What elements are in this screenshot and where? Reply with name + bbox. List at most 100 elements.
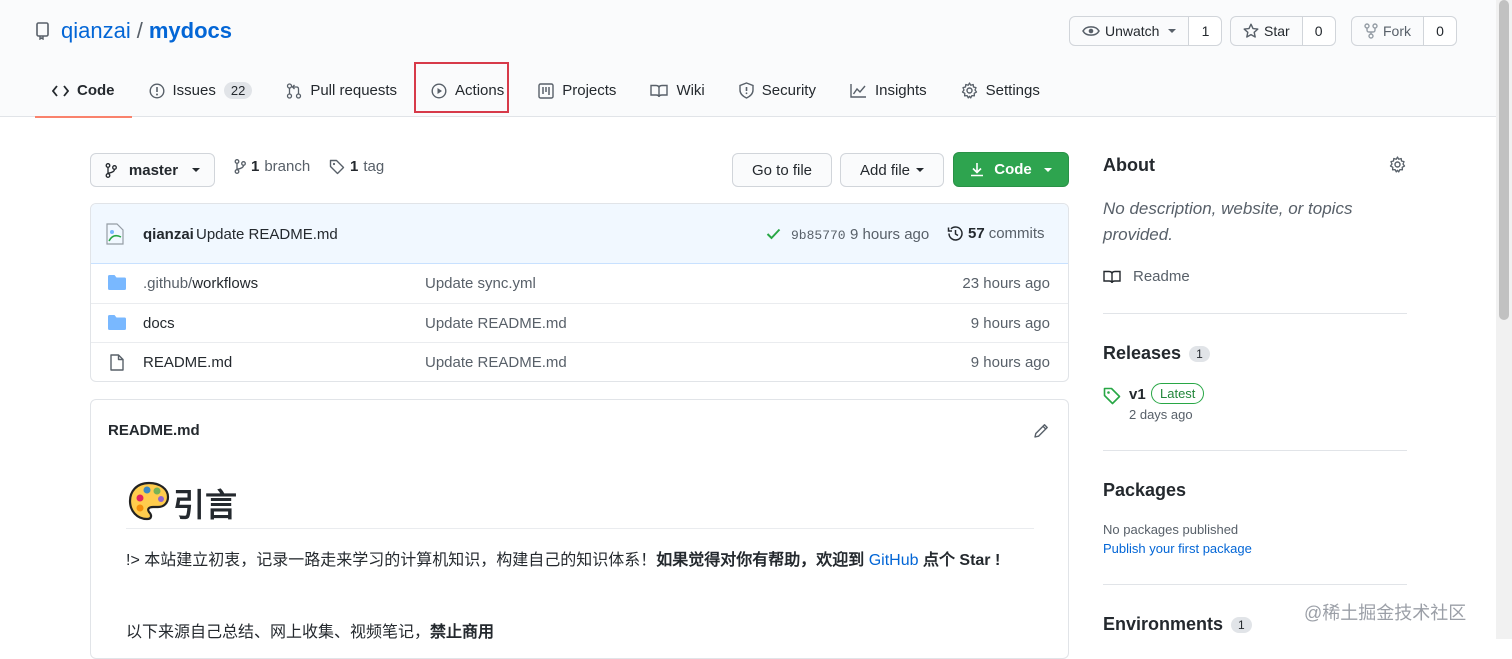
branch-icon bbox=[105, 162, 117, 178]
tab-label: Security bbox=[761, 82, 816, 99]
table-row[interactable]: README.md Update README.md 9 hours ago bbox=[91, 342, 1068, 381]
star-label: Star bbox=[1264, 23, 1290, 39]
check-icon[interactable] bbox=[766, 228, 781, 240]
readme-p2-bold: 禁止商用 bbox=[430, 624, 495, 641]
file-name-link[interactable]: README.md bbox=[143, 354, 232, 371]
releases-count-badge: 1 bbox=[1189, 345, 1210, 362]
table-row[interactable]: .github/workflows Update sync.yml 23 hou… bbox=[91, 264, 1068, 303]
avatar[interactable] bbox=[103, 221, 127, 247]
tab-pull-requests[interactable]: Pull requests bbox=[269, 64, 414, 117]
readme-p1-lead: !> 本站建立初衷，记录一路走来学习的计算机知识，构建自己的知识体系！ bbox=[126, 552, 657, 569]
about-heading: About bbox=[1103, 155, 1155, 175]
branch-select-button[interactable]: master bbox=[90, 153, 215, 187]
release-tag-link[interactable]: v1 bbox=[1129, 386, 1146, 403]
file-name: workflows bbox=[192, 275, 259, 292]
repo-owner-link[interactable]: qianzai bbox=[61, 18, 131, 44]
file-icon bbox=[110, 354, 124, 371]
tab-projects[interactable]: Projects bbox=[521, 64, 633, 117]
latest-release-badge: Latest bbox=[1151, 383, 1205, 404]
history-icon bbox=[947, 225, 964, 242]
pencil-icon[interactable] bbox=[1033, 422, 1050, 439]
readme-p1-bold-a: 如果觉得对你有帮助，欢迎到 bbox=[656, 552, 869, 569]
file-commit-message[interactable]: Update sync.yml bbox=[425, 275, 536, 292]
sidebar-divider bbox=[1103, 450, 1407, 451]
file-name-link[interactable]: docs bbox=[143, 315, 175, 332]
tab-issues[interactable]: Issues 22 bbox=[132, 64, 270, 117]
about-description: No description, website, or topics provi… bbox=[1103, 199, 1353, 244]
watchers-count[interactable]: 1 bbox=[1189, 17, 1222, 45]
repo-name-link[interactable]: mydocs bbox=[149, 18, 232, 44]
file-name-prefix: .github/ bbox=[143, 275, 193, 292]
file-commit-message[interactable]: Update README.md bbox=[425, 354, 567, 371]
project-icon bbox=[538, 82, 554, 99]
branch-count-label: branch bbox=[264, 158, 311, 175]
go-to-file-button[interactable]: Go to file bbox=[732, 153, 832, 187]
tab-settings[interactable]: Settings bbox=[944, 64, 1057, 117]
unwatch-button[interactable]: Unwatch bbox=[1070, 17, 1190, 45]
file-age: 9 hours ago bbox=[970, 354, 1050, 371]
repo-header: qianzai / mydocs Unwatch 1 Star 0 Fork 0… bbox=[0, 0, 1496, 118]
commit-message-link[interactable]: Update README.md bbox=[196, 226, 338, 243]
commit-author-link[interactable]: qianzai bbox=[143, 226, 194, 243]
add-file-label: Add file bbox=[859, 161, 911, 179]
tab-wiki[interactable]: Wiki bbox=[633, 64, 721, 117]
tab-insights[interactable]: Insights bbox=[833, 64, 944, 117]
tag-icon bbox=[329, 159, 345, 175]
sidebar-divider bbox=[1103, 584, 1407, 585]
file-list-box: qianzai Update README.md 9b85770 9 hours… bbox=[90, 203, 1069, 382]
file-name-link[interactable]: .github/workflows bbox=[143, 275, 258, 292]
issues-count-badge: 22 bbox=[223, 82, 253, 99]
publish-package-link[interactable]: Publish your first package bbox=[1103, 541, 1252, 556]
tab-label: Code bbox=[77, 82, 115, 99]
watch-button-group: Unwatch 1 bbox=[1069, 16, 1223, 46]
tab-security[interactable]: Security bbox=[722, 64, 833, 117]
readme-p1-bold-b: 点个 Star ! bbox=[918, 552, 1001, 569]
actions-tab-highlight-box bbox=[414, 62, 509, 113]
environments-heading[interactable]: Environments 1 bbox=[1103, 614, 1252, 635]
issue-icon bbox=[148, 82, 165, 99]
tags-link[interactable]: 1 tag bbox=[329, 158, 384, 175]
forks-count[interactable]: 0 bbox=[1424, 17, 1456, 45]
star-button[interactable]: Star bbox=[1231, 17, 1303, 45]
stargazers-count[interactable]: 0 bbox=[1302, 17, 1335, 45]
readme-box: README.md 引言 !> 本站建立初衷，记录一路走来学习的计算机知识，构建… bbox=[90, 399, 1069, 659]
scrollbar-thumb[interactable] bbox=[1499, 0, 1509, 320]
environments-count-badge: 1 bbox=[1231, 616, 1252, 633]
unwatch-label: Unwatch bbox=[1105, 23, 1160, 39]
file-commit-message[interactable]: Update README.md bbox=[425, 315, 567, 332]
code-icon bbox=[52, 84, 69, 98]
commit-count: 57 bbox=[968, 225, 985, 242]
star-icon bbox=[1243, 23, 1259, 39]
commit-sha-link[interactable]: 9b85770 bbox=[791, 228, 846, 243]
pull-request-icon bbox=[286, 82, 302, 99]
add-file-button[interactable]: Add file bbox=[840, 153, 944, 187]
watermark-text: @稀土掘金技术社区 bbox=[1304, 603, 1467, 623]
folder-icon bbox=[108, 315, 126, 330]
repo-title: qianzai / mydocs bbox=[35, 18, 232, 44]
release-date: 2 days ago bbox=[1129, 407, 1193, 422]
repo-separator: / bbox=[136, 18, 143, 43]
releases-heading[interactable]: Releases 1 bbox=[1103, 343, 1210, 364]
packages-heading[interactable]: Packages bbox=[1103, 480, 1186, 501]
file-age: 9 hours ago bbox=[970, 315, 1050, 332]
code-download-button[interactable]: Code bbox=[953, 152, 1069, 187]
folder-icon bbox=[108, 275, 126, 290]
table-row[interactable]: docs Update README.md 9 hours ago bbox=[91, 303, 1068, 342]
code-button-label: Code bbox=[994, 161, 1032, 178]
chevron-down-icon bbox=[192, 168, 201, 172]
github-link[interactable]: GitHub bbox=[869, 552, 919, 569]
branches-link[interactable]: 1 branch bbox=[234, 158, 310, 175]
gear-icon bbox=[961, 82, 978, 99]
commit-count-label: commits bbox=[988, 225, 1045, 242]
tab-label: Issues bbox=[172, 82, 216, 99]
commits-history-link[interactable]: 57 commits bbox=[947, 225, 1045, 242]
gear-icon[interactable] bbox=[1389, 156, 1406, 173]
download-icon bbox=[970, 162, 984, 177]
file-age: 23 hours ago bbox=[962, 275, 1050, 292]
page-scrollbar[interactable] bbox=[1496, 0, 1512, 639]
fork-button-group: Fork 0 bbox=[1351, 16, 1457, 46]
fork-button[interactable]: Fork bbox=[1352, 17, 1424, 45]
branch-icon bbox=[234, 159, 246, 174]
readme-link[interactable]: Readme bbox=[1103, 268, 1190, 285]
tab-code[interactable]: Code bbox=[35, 64, 132, 118]
